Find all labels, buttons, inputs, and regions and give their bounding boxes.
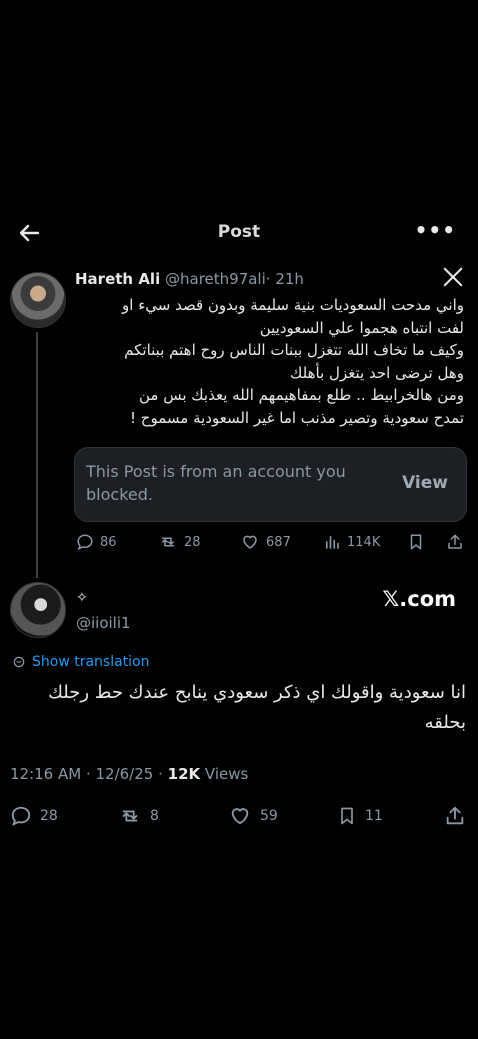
avatar[interactable] [10,272,66,328]
reply-count: 86 [100,534,117,550]
page-title: Post [217,222,261,242]
like-button[interactable]: 59 [228,805,278,827]
bookmark-icon [410,534,422,550]
reply-meta: 12:16 AM · 12/6/25 · 12K Views [10,765,248,783]
bookmark-button[interactable] [407,533,431,551]
translate-icon [13,656,25,668]
post-line: وكيف ما تخاف الله تتغزل ببنات الناس روح … [124,341,464,359]
avatar[interactable] [10,582,66,638]
x-com-watermark: 𝕏.com [382,587,456,611]
share-button[interactable] [446,533,470,551]
show-translation-link[interactable]: Show translation [12,654,150,670]
repost-button[interactable]: 28 [158,533,201,551]
repost-count: 8 [150,808,159,824]
back-arrow-icon[interactable] [14,218,44,248]
more-options-button[interactable]: ••• [415,218,456,242]
post-line: لفت انتباه هجموا علي السعوديين [259,318,464,337]
reply-line: انا سعودية واقولك اي ذكر سعودي ينابح عند… [48,682,466,703]
reply-text: انا سعودية واقولك اي ذكر سعودي ينابح عند… [10,678,466,738]
like-count: 687 [266,534,291,550]
post-line: واني مدحت السعوديات بنية سليمة وبدون قصد… [122,296,464,314]
author-handle[interactable]: @hareth97ali [165,270,266,288]
post-time: · 21h [265,270,304,288]
bookmark-button[interactable]: 11 [337,805,383,827]
sparkle-icon: ✧ [76,590,88,606]
reply-button[interactable]: 28 [10,805,58,827]
heart-icon [243,535,257,549]
bookmark-count: 11 [365,808,383,824]
share-icon [446,806,464,825]
reply-count: 28 [40,808,58,824]
show-translation-label: Show translation [32,654,150,670]
author-name[interactable]: Hareth Ali [75,270,160,288]
post-line: ومن هالخرابيط .. طلع بمفاهيمهم الله يعذب… [139,386,464,404]
repost-icon [162,537,174,547]
views-count: 114K [347,534,381,550]
reply-icon [11,806,31,827]
reply-views-label: Views [200,765,249,783]
reply-author-handle[interactable]: @iioili1 [76,614,131,632]
post-line: وهل ترضى احد يتغزل بأهلك [290,363,464,382]
analytics-icon [325,535,339,549]
like-count: 59 [260,808,278,824]
heart-icon [231,808,249,825]
share-icon [448,534,462,549]
reply-views-count[interactable]: 12K [168,765,201,783]
view-button[interactable]: View [402,473,448,493]
reply-timestamp: 12:16 AM · 12/6/25 · [10,765,168,783]
reply-icon [77,534,93,551]
repost-icon [122,810,138,822]
reply-button[interactable]: 86 [76,533,117,551]
post-line: تمدح سعودية وتصير مذنب اما غير السعودية … [130,408,464,427]
top-bar: Post ••• [0,218,478,248]
views-button[interactable]: 114K [323,533,380,551]
blocked-notice: This Post is from an account you blocked… [86,462,346,504]
repost-button[interactable]: 8 [118,805,159,827]
like-button[interactable]: 687 [240,533,291,551]
post-header: Hareth Ali @hareth97ali· 21h [75,270,304,288]
blocked-quote-card: This Post is from an account you blocked… [74,447,467,522]
share-button[interactable] [444,805,474,827]
reply-line: بحلقه [424,712,466,733]
x-logo-icon [443,267,463,287]
repost-count: 28 [184,534,201,550]
post-actions: 86 28 687 114K [0,533,478,555]
post-text: واني مدحت السعوديات بنية سليمة وبدون قصد… [72,294,464,429]
bookmark-icon [341,807,353,825]
